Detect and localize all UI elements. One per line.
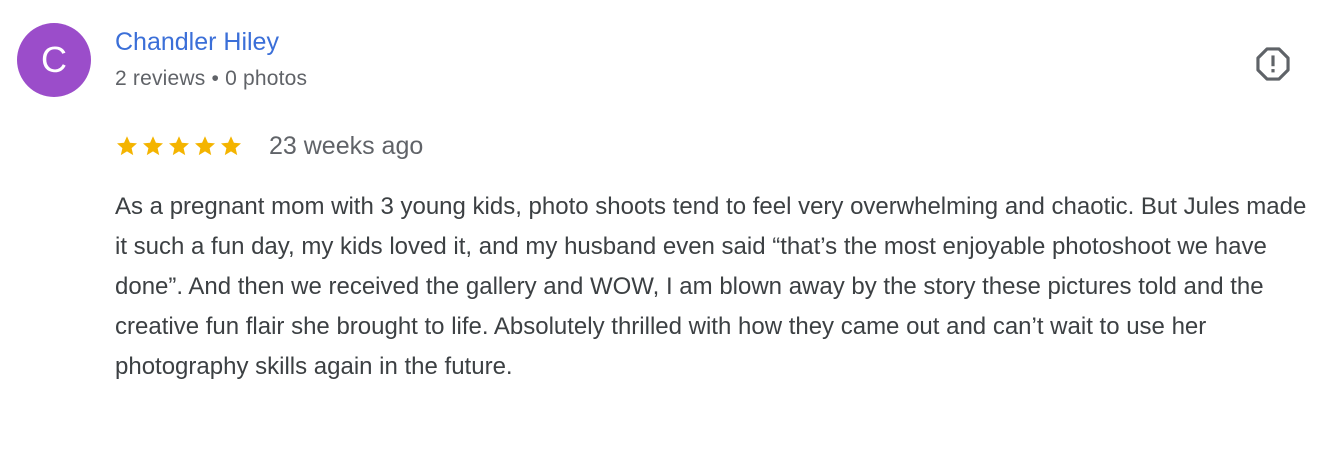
author-name-link[interactable]: Chandler Hiley xyxy=(115,28,279,57)
meta-separator: • xyxy=(211,67,220,90)
review-card: C Chandler Hiley 2 reviews • 0 photos 23 w… xyxy=(0,0,1326,456)
rating-row: 23 weeks ago xyxy=(115,130,423,162)
star-icon xyxy=(195,136,215,156)
star-icon xyxy=(143,136,163,156)
star-icon xyxy=(221,136,241,156)
star-icon xyxy=(169,136,189,156)
report-review-button[interactable] xyxy=(1252,43,1294,85)
review-count: 2 reviews xyxy=(115,67,206,90)
photo-count: 0 photos xyxy=(225,67,308,90)
avatar[interactable]: C xyxy=(17,23,91,97)
review-date: 23 weeks ago xyxy=(269,131,424,160)
avatar-initial: C xyxy=(41,39,67,80)
review-text: As a pregnant mom with 3 young kids, pho… xyxy=(115,193,1307,380)
author-meta: 2 reviews • 0 photos xyxy=(115,67,307,91)
star-rating xyxy=(115,134,243,158)
star-icon xyxy=(117,136,137,156)
report-flag-icon xyxy=(1256,47,1290,81)
